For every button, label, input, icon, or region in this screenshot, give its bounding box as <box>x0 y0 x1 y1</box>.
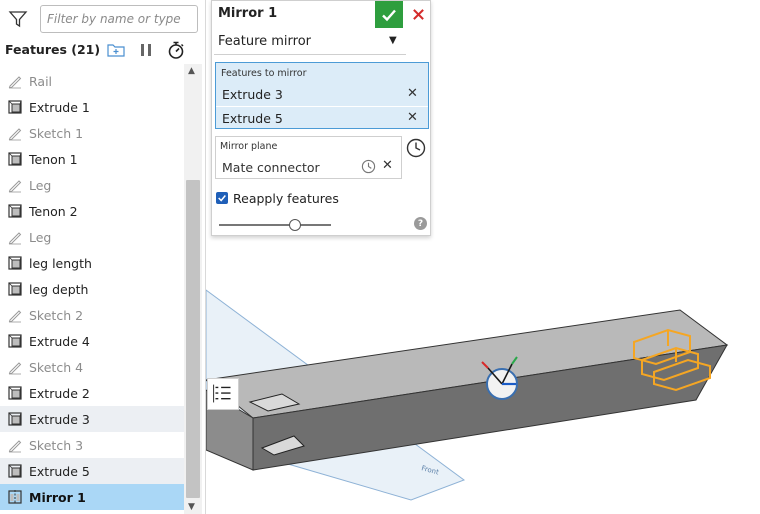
rollback-slider[interactable] <box>219 217 331 233</box>
feature-row-label: Extrude 3 <box>29 411 90 427</box>
feature-row-label: Extrude 4 <box>29 333 90 349</box>
cancel-button[interactable] <box>405 1 431 28</box>
feature-row[interactable]: Extrude 5 <box>0 458 184 484</box>
feature-row[interactable]: Rail <box>0 68 184 94</box>
feature-row-label: Sketch 1 <box>29 125 84 141</box>
feature-item-label: Extrude 3 <box>222 87 283 102</box>
feature-list-toggle-button[interactable] <box>207 378 239 410</box>
feature-row-label: Sketch 4 <box>29 359 84 375</box>
filter-icon[interactable] <box>8 10 28 28</box>
mirror-icon <box>7 489 23 505</box>
mirror-type-select[interactable]: Feature mirror ▼ <box>214 29 406 55</box>
slider-thumb[interactable] <box>289 219 301 231</box>
sketch-icon <box>7 229 23 245</box>
feature-row[interactable]: Extrude 4 <box>0 328 184 354</box>
check-icon <box>218 195 226 202</box>
features-to-mirror-item[interactable]: Extrude 3 ✕ <box>216 83 428 107</box>
feature-row[interactable]: Extrude 2 <box>0 380 184 406</box>
part-studio-feature-icon <box>7 463 23 479</box>
feature-row-label: Tenon 1 <box>29 151 78 167</box>
timer-icon[interactable] <box>166 40 186 60</box>
features-header: Features (21) <box>0 38 206 64</box>
feature-row[interactable]: Sketch 2 <box>0 302 184 328</box>
feature-row[interactable]: Extrude 1 <box>0 94 184 120</box>
mirror-plane-field[interactable]: Mirror plane Mate connector ✕ <box>215 136 402 179</box>
sketch-icon <box>7 73 23 89</box>
feature-row-label: leg depth <box>29 281 89 297</box>
feature-row[interactable]: Extrude 3 <box>0 406 184 432</box>
reapply-features-checkbox[interactable] <box>216 192 228 204</box>
feature-row-label: Leg <box>29 229 52 245</box>
sketch-icon <box>7 177 23 193</box>
scroll-down-arrow-icon[interactable]: ▼ <box>188 502 195 512</box>
scroll-thumb[interactable] <box>186 180 200 498</box>
feature-list: Rail Extrude 1 Sketch 1 Tenon 1 Leg Tenon 2 Le… <box>0 64 184 514</box>
part-studio-feature-icon <box>7 281 23 297</box>
features-title: Features (21) <box>5 42 101 57</box>
mirror-type-value: Feature mirror <box>218 34 312 49</box>
feature-row[interactable]: Tenon 1 <box>0 146 184 172</box>
pause-icon[interactable] <box>138 42 154 58</box>
mirror-plane-caption: Mirror plane <box>220 141 278 152</box>
features-to-mirror-item[interactable]: Extrude 5 ✕ <box>216 107 428 131</box>
filter-input[interactable] <box>40 5 198 33</box>
part-studio-feature-icon <box>7 333 23 349</box>
feature-row-label: Sketch 2 <box>29 307 84 323</box>
close-icon <box>412 9 424 20</box>
feature-row[interactable]: Leg <box>0 224 184 250</box>
feature-row[interactable]: leg depth <box>0 276 184 302</box>
dialog-title: Mirror 1 <box>218 6 278 21</box>
feature-row[interactable]: Mirror 1 <box>0 484 184 510</box>
feature-row-label: Mirror 1 <box>29 489 86 505</box>
mirror-dialog: Mirror 1 Feature mirror ▼ Features to mi… <box>211 0 431 236</box>
part-studio-feature-icon <box>7 151 23 167</box>
features-to-mirror-caption: Features to mirror <box>221 68 307 79</box>
feature-row-label: Rail <box>29 73 53 89</box>
accept-button[interactable] <box>375 1 403 28</box>
feature-row[interactable]: leg length <box>0 250 184 276</box>
clock-icon[interactable] <box>361 159 376 174</box>
part-studio-feature-icon <box>7 255 23 271</box>
filter-row <box>0 0 206 38</box>
feature-row[interactable]: Sketch 3 <box>0 432 184 458</box>
sketch-icon <box>7 359 23 375</box>
feature-row-label: Extrude 1 <box>29 99 90 115</box>
feature-row-label: Extrude 2 <box>29 385 90 401</box>
clear-plane-icon[interactable]: ✕ <box>382 158 393 173</box>
reapply-features-row[interactable]: Reapply features <box>216 189 339 207</box>
feature-list-panel: Features (21) Rail Extrude 1 Sketch 1 Tenon… <box>0 0 206 514</box>
feature-row[interactable]: Tenon 2 <box>0 198 184 224</box>
check-icon <box>382 9 396 21</box>
features-to-mirror-field[interactable]: Features to mirror Extrude 3 ✕ Extrude 5… <box>215 62 429 129</box>
add-folder-icon[interactable] <box>106 41 126 59</box>
sketch-icon <box>7 307 23 323</box>
chevron-down-icon: ▼ <box>389 35 397 46</box>
remove-item-icon[interactable]: ✕ <box>407 110 418 125</box>
feature-list-scrollbar[interactable]: ▲ ▼ <box>184 64 202 514</box>
feature-item-label: Extrude 5 <box>222 111 283 126</box>
list-icon <box>213 384 231 403</box>
mate-connector-clock-icon[interactable] <box>406 138 426 158</box>
sketch-icon <box>7 437 23 453</box>
remove-item-icon[interactable]: ✕ <box>407 86 418 101</box>
help-icon[interactable]: ? <box>414 217 427 230</box>
feature-row[interactable]: Sketch 4 <box>0 354 184 380</box>
mirror-plane-value: Mate connector <box>222 160 320 175</box>
feature-row-label: Extrude 5 <box>29 463 90 479</box>
part-studio-feature-icon <box>7 385 23 401</box>
part-studio-feature-icon <box>7 203 23 219</box>
scroll-up-arrow-icon[interactable]: ▲ <box>188 66 195 76</box>
feature-row-label: Tenon 2 <box>29 203 78 219</box>
slider-track <box>219 224 331 226</box>
part-studio-feature-icon <box>7 411 23 427</box>
sketch-icon <box>7 125 23 141</box>
feature-row-label: Leg <box>29 177 52 193</box>
part-studio-feature-icon <box>7 99 23 115</box>
feature-row-label: Sketch 3 <box>29 437 84 453</box>
reapply-features-label: Reapply features <box>233 190 339 206</box>
feature-row-label: leg length <box>29 255 92 271</box>
feature-row[interactable]: Sketch 1 <box>0 120 184 146</box>
feature-row[interactable]: Leg <box>0 172 184 198</box>
